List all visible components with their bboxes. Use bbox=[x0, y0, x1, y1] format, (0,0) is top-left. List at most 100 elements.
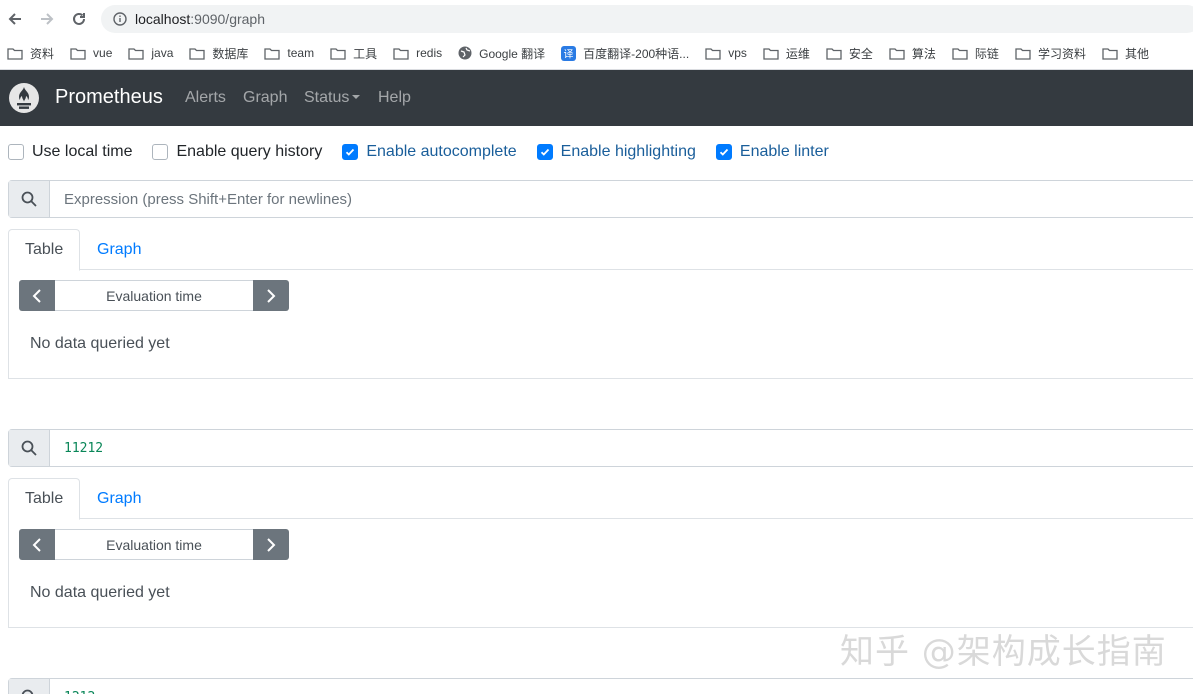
svg-text:译: 译 bbox=[564, 48, 574, 60]
nav-alerts[interactable]: Alerts bbox=[185, 89, 226, 107]
folder-icon bbox=[952, 47, 975, 60]
search-icon bbox=[21, 440, 37, 456]
check-icon bbox=[346, 148, 355, 156]
nav-graph[interactable]: Graph bbox=[243, 89, 287, 107]
folder-icon bbox=[1015, 47, 1038, 60]
bookmark-label: 学习资料 bbox=[1037, 46, 1086, 61]
bookmark-item[interactable]: 运维 bbox=[763, 45, 810, 62]
query-options: Use local time Enable query history Enab… bbox=[8, 142, 849, 162]
forward-button[interactable] bbox=[36, 8, 58, 30]
expression-bar: 11212 bbox=[8, 429, 1193, 467]
panel-tabs: Table Graph bbox=[8, 229, 1193, 271]
folder-icon bbox=[393, 47, 416, 60]
reload-button[interactable] bbox=[68, 8, 90, 30]
folder-icon bbox=[264, 47, 287, 60]
bookmarks-bar: 资料 vue java 数据库 team 工具 redis Google 翻译译百度翻译-20… bbox=[0, 40, 1193, 66]
prometheus-logo-icon[interactable] bbox=[8, 82, 40, 114]
bookmark-item[interactable]: redis bbox=[393, 46, 442, 60]
folder-icon bbox=[189, 47, 212, 60]
no-data-message: No data queried yet bbox=[30, 584, 170, 601]
option-enable-autocomplete[interactable]: Enable autocomplete bbox=[342, 143, 517, 161]
url-path: :9090/graph bbox=[190, 11, 265, 27]
reload-icon bbox=[73, 12, 85, 25]
arrow-right-icon bbox=[41, 13, 54, 25]
tab-graph[interactable]: Graph bbox=[81, 229, 157, 270]
checkbox[interactable] bbox=[152, 144, 169, 160]
option-enable-linter[interactable]: Enable linter bbox=[715, 143, 829, 161]
bookmark-label: 数据库 bbox=[212, 46, 249, 61]
bookmark-item[interactable]: java bbox=[128, 46, 173, 60]
option-enable-query-history[interactable]: Enable query history bbox=[152, 143, 322, 161]
expression-input[interactable]: 11212 bbox=[50, 430, 1193, 466]
back-button[interactable] bbox=[4, 8, 26, 30]
expression-input[interactable]: Expression (press Shift+Enter for newlin… bbox=[50, 181, 1193, 217]
bookmark-label: redis bbox=[416, 46, 443, 60]
search-addon bbox=[9, 679, 50, 694]
checkbox-checked[interactable] bbox=[715, 144, 732, 160]
search-addon bbox=[9, 430, 50, 466]
bookmark-item[interactable]: 其他 bbox=[1102, 45, 1149, 62]
translate-icon: 译 bbox=[561, 45, 583, 61]
nav-status-label: Status bbox=[304, 89, 350, 106]
tab-table[interactable]: Table bbox=[8, 478, 81, 520]
option-enable-highlighting[interactable]: Enable highlighting bbox=[536, 143, 696, 161]
bookmark-label: 资料 bbox=[30, 46, 55, 61]
arrow-left-icon bbox=[8, 13, 21, 25]
tab-table[interactable]: Table bbox=[8, 229, 81, 271]
nav-status[interactable]: Status bbox=[304, 89, 361, 107]
bookmark-item[interactable]: 译百度翻译-200种语... bbox=[561, 45, 689, 62]
check-icon bbox=[719, 148, 729, 156]
folder-icon bbox=[7, 47, 30, 60]
tab-graph[interactable]: Graph bbox=[81, 478, 157, 519]
folder-icon bbox=[889, 47, 912, 60]
check-icon bbox=[540, 148, 549, 156]
evaluation-time-control: Evaluation time bbox=[19, 529, 289, 560]
eval-time-back-button[interactable] bbox=[19, 280, 55, 311]
chevron-right-icon bbox=[267, 288, 276, 303]
expression-input[interactable]: 1212 bbox=[50, 679, 1193, 694]
folder-icon bbox=[1102, 47, 1125, 60]
top-navbar: Prometheus Alerts Graph Status Help bbox=[0, 70, 1193, 126]
checkbox-checked[interactable] bbox=[342, 144, 359, 160]
eval-time-forward-button[interactable] bbox=[253, 529, 289, 560]
checkbox-checked[interactable] bbox=[536, 144, 553, 160]
bookmark-item[interactable]: 资料 bbox=[7, 45, 54, 62]
bookmark-item[interactable]: 安全 bbox=[826, 45, 873, 62]
option-label: Use local time bbox=[32, 143, 133, 160]
bookmark-item[interactable]: team bbox=[264, 46, 314, 60]
bookmark-label: 百度翻译-200种语... bbox=[583, 46, 690, 61]
bookmark-item[interactable]: 际链 bbox=[952, 45, 999, 62]
bookmark-item[interactable]: 学习资料 bbox=[1015, 45, 1086, 62]
expression-bar: 1212 bbox=[8, 678, 1193, 694]
chevron-left-icon bbox=[32, 537, 41, 552]
bookmark-label: java bbox=[151, 46, 174, 60]
folder-icon bbox=[705, 47, 728, 60]
eval-time-input[interactable]: Evaluation time bbox=[55, 280, 253, 311]
nav-help[interactable]: Help bbox=[378, 89, 411, 107]
folder-icon bbox=[70, 47, 93, 60]
bookmark-item[interactable]: vps bbox=[705, 46, 747, 60]
watermark-text: 知乎 @架构成长指南 bbox=[840, 632, 1167, 672]
checkbox[interactable] bbox=[8, 144, 24, 160]
bookmark-label: Google 翻译 bbox=[479, 46, 546, 61]
bookmark-label: vps bbox=[728, 46, 747, 60]
url-host: localhost bbox=[135, 11, 191, 27]
bookmark-item[interactable]: vue bbox=[70, 46, 112, 60]
panel-tabs: Table Graph bbox=[8, 478, 1193, 520]
eval-time-back-button[interactable] bbox=[19, 529, 55, 560]
bookmark-item[interactable]: 算法 bbox=[889, 45, 936, 62]
option-use-local-time[interactable]: Use local time bbox=[8, 143, 132, 161]
chevron-right-icon bbox=[267, 537, 276, 552]
bookmark-item[interactable]: 工具 bbox=[330, 45, 377, 62]
bookmark-label: 安全 bbox=[848, 46, 873, 61]
search-icon bbox=[21, 191, 37, 207]
bookmark-item[interactable]: Google 翻译 bbox=[458, 45, 545, 62]
bookmark-item[interactable]: 数据库 bbox=[189, 45, 248, 62]
brand-title[interactable]: Prometheus bbox=[55, 86, 163, 109]
eval-time-forward-button[interactable] bbox=[253, 280, 289, 311]
address-bar[interactable]: localhost:9090/graph bbox=[101, 5, 1193, 33]
info-icon bbox=[113, 12, 127, 26]
option-label: Enable query history bbox=[176, 143, 323, 160]
eval-time-input[interactable]: Evaluation time bbox=[55, 529, 253, 560]
option-label: Enable highlighting bbox=[560, 143, 696, 160]
